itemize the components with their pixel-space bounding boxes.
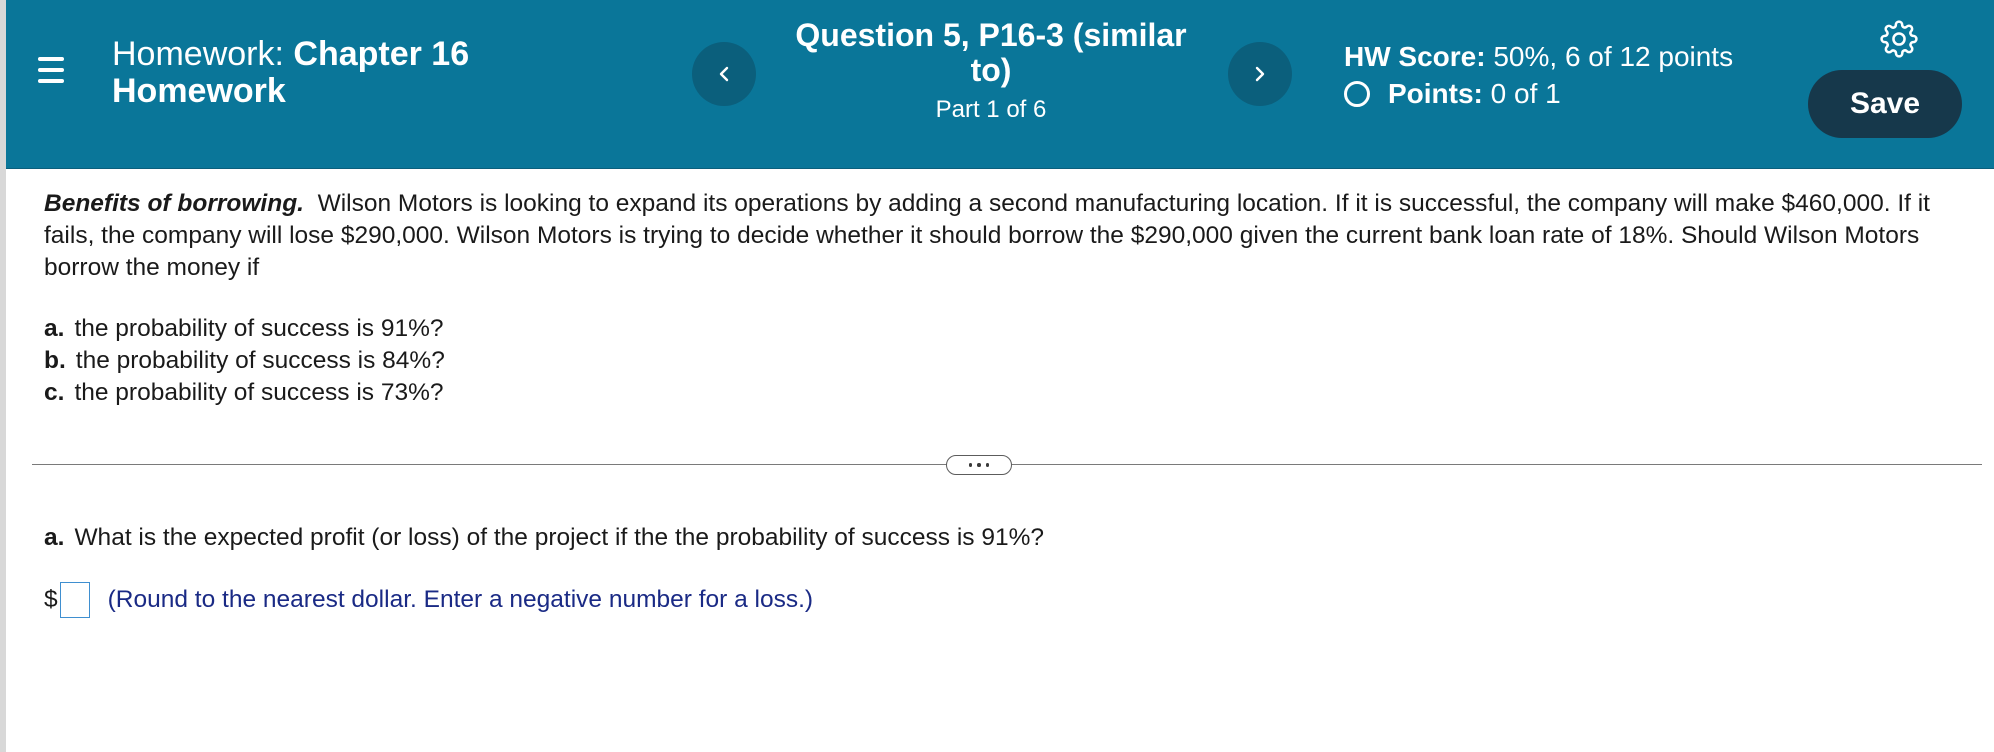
answer-hint: (Round to the nearest dollar. Enter a ne… (107, 586, 814, 613)
homework-name: Chapter 16 (293, 35, 470, 73)
hw-score-value: 50%, 6 of 12 points (1493, 41, 1734, 72)
homework-title: Homework: Chapter 16 Homework (112, 36, 632, 110)
points-value: 0 of 1 (1490, 78, 1561, 109)
option-c: c. the probability of success is 73%? (44, 377, 445, 409)
option-a: a. the probability of success is 91%? (44, 313, 445, 345)
ellipsis-icon[interactable] (946, 455, 1012, 475)
part-indicator: Part 1 of 6 (935, 96, 1047, 123)
gear-icon[interactable] (1880, 20, 1918, 58)
currency-symbol: $ (44, 586, 58, 613)
homework-prefix: Homework: (112, 35, 284, 73)
chevron-left-icon (719, 66, 729, 82)
part-question-text: What is the expected profit (or loss) of… (74, 524, 1045, 551)
answer-input[interactable] (59, 582, 90, 618)
answer-row: $ (Round to the nearest dollar. Enter a … (44, 582, 813, 618)
save-button[interactable]: Save (1808, 70, 1962, 138)
option-b: b. the probability of success is 84%? (44, 345, 445, 377)
part-letter: a. (44, 524, 65, 551)
hw-score: HW Score: 50%, 6 of 12 points (1344, 38, 1764, 75)
chevron-right-icon (1255, 66, 1265, 82)
option-letter: a. (44, 315, 65, 342)
page: Homework: Chapter 16 Homework Question 5… (0, 0, 1994, 752)
hw-score-label: HW Score: (1344, 41, 1486, 72)
score-panel: HW Score: 50%, 6 of 12 points Points: 0 … (1344, 38, 1764, 112)
problem-text: Wilson Motors is looking to expand its o… (44, 190, 1930, 281)
option-text: the probability of success is 91%? (74, 315, 444, 342)
question-title: Question 5, P16-3 (similar to) (795, 17, 1187, 88)
option-letter: c. (44, 379, 65, 406)
option-text: the probability of success is 73%? (74, 379, 444, 406)
question-info: Question 5, P16-3 (similar to) Part 1 of… (776, 18, 1206, 124)
points-row: Points: 0 of 1 (1344, 75, 1764, 112)
header-bar: Homework: Chapter 16 Homework Question 5… (6, 0, 1994, 169)
option-text: the probability of success is 84%? (75, 347, 445, 374)
problem-statement: Benefits of borrowing. Wilson Motors is … (44, 188, 1974, 284)
part-question: a. What is the expected profit (or loss) … (44, 522, 1044, 554)
empty-circle-icon (1344, 80, 1370, 107)
homework-name-continued: Homework (112, 72, 286, 110)
problem-options: a. the probability of success is 91%? b. t… (44, 313, 445, 409)
next-question-button[interactable] (1228, 42, 1292, 106)
previous-question-button[interactable] (692, 42, 756, 106)
option-letter: b. (44, 347, 66, 374)
hamburger-menu-icon[interactable] (38, 57, 68, 89)
points-label: Points: (1388, 78, 1483, 109)
problem-topic: Benefits of borrowing. (44, 190, 304, 217)
